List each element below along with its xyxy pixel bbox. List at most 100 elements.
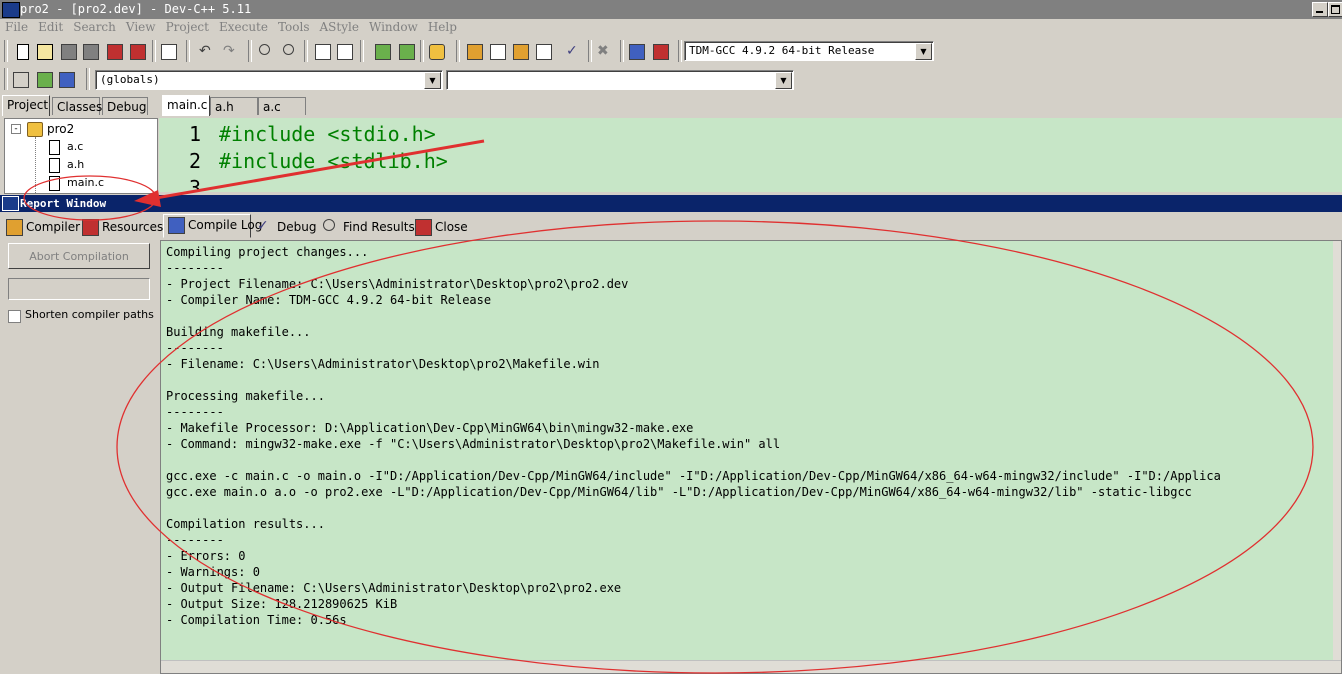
- menu-project[interactable]: Project: [161, 19, 214, 34]
- tab-close[interactable]: Close: [411, 217, 469, 237]
- vertical-scrollbar[interactable]: [1333, 241, 1341, 661]
- open-file-button[interactable]: [34, 41, 54, 61]
- undo-button[interactable]: ↶: [196, 41, 216, 61]
- log-line: --------: [166, 341, 224, 355]
- find-button[interactable]: [256, 41, 276, 61]
- log-line: --------: [166, 261, 224, 275]
- run-button[interactable]: [487, 41, 507, 61]
- compile-log-icon: [168, 217, 185, 234]
- tab-a-h[interactable]: a.h: [210, 97, 258, 115]
- menu-view[interactable]: View: [121, 19, 161, 34]
- title-bar: pro2 - [pro2.dev] - Dev-C++ 5.11: [0, 0, 1342, 19]
- replace-button[interactable]: [280, 41, 300, 61]
- bookmark-button[interactable]: [56, 69, 76, 89]
- code-editor[interactable]: 1 2 3 #include <stdio.h> #include <stdli…: [159, 118, 1342, 192]
- menu-window[interactable]: Window: [364, 19, 423, 34]
- close-all-button[interactable]: [127, 41, 147, 61]
- stop-execution-button[interactable]: ✖: [594, 41, 614, 61]
- devcpp-app-icon: [2, 2, 20, 18]
- menu-tools[interactable]: Tools: [273, 19, 315, 34]
- abort-compilation-button[interactable]: Abort Compilation: [8, 243, 150, 269]
- chevron-down-icon[interactable]: ▼: [424, 72, 441, 89]
- tab-a-c[interactable]: a.c: [258, 97, 306, 115]
- tree-file-main-c[interactable]: main.c: [67, 176, 104, 189]
- tree-root-pro2[interactable]: pro2: [47, 122, 74, 136]
- line-gutter: 1 2 3: [159, 118, 215, 192]
- compiler-select[interactable]: TDM-GCC 4.9.2 64-bit Release ▼: [684, 41, 934, 61]
- log-line: --------: [166, 405, 224, 419]
- log-line: - Project Filename: C:\Users\Administrat…: [166, 277, 629, 291]
- save-all-button[interactable]: [80, 41, 100, 61]
- tab-resources[interactable]: Resources: [78, 217, 163, 237]
- new-file-button[interactable]: [12, 41, 32, 61]
- menu-execute[interactable]: Execute: [214, 19, 273, 34]
- menu-help[interactable]: Help: [423, 19, 462, 34]
- compile-log[interactable]: Compiling project changes... -------- - Pr…: [160, 240, 1342, 674]
- project-icon: [27, 122, 43, 137]
- save-button[interactable]: [58, 41, 78, 61]
- menu-file[interactable]: File: [0, 19, 33, 34]
- log-line: Building makefile...: [166, 325, 311, 339]
- tab-classes[interactable]: Classes: [52, 97, 102, 115]
- tree-file-a-h[interactable]: a.h: [67, 158, 84, 171]
- line-number: 2: [188, 149, 201, 173]
- horizontal-scrollbar[interactable]: [161, 660, 1341, 673]
- compile-run-button[interactable]: [510, 41, 530, 61]
- log-line: - Warnings: 0: [166, 565, 260, 579]
- log-line: - Compiler Name: TDM-GCC 4.9.2 64-bit Re…: [166, 293, 492, 307]
- delete-profile-button[interactable]: [650, 41, 670, 61]
- compile-progress-bar: [8, 278, 150, 300]
- tab-main-c[interactable]: main.c: [162, 95, 210, 116]
- devcpp-app-icon: [2, 196, 19, 211]
- project-options-button[interactable]: [426, 41, 446, 61]
- new-project-button[interactable]: [372, 41, 392, 61]
- menu-search[interactable]: Search: [68, 19, 121, 34]
- unindent-button[interactable]: [334, 41, 354, 61]
- print-button[interactable]: [158, 41, 178, 61]
- class-toolbar: (globals) ▼ ▼: [0, 65, 1342, 93]
- compiler-icon: [6, 219, 23, 236]
- tab-project[interactable]: Project: [2, 95, 50, 116]
- menu-edit[interactable]: Edit: [33, 19, 68, 34]
- syntax-check-button[interactable]: ✓: [563, 41, 583, 61]
- compile-controls: Abort Compilation Shorten compiler paths: [0, 238, 160, 674]
- scope-select[interactable]: (globals) ▼: [95, 70, 443, 90]
- goto-button[interactable]: [34, 69, 54, 89]
- menu-bar: File Edit Search View Project Execute Tools ASt…: [0, 19, 1342, 37]
- code-line[interactable]: #include <stdlib.h>: [219, 149, 448, 173]
- main-toolbar: ↶ ↷ ✓ ✖ TDM-GCC 4.9.2 64-bit Release ▼: [0, 37, 1342, 65]
- tab-debug[interactable]: Debug: [102, 97, 148, 115]
- insert-button[interactable]: [10, 69, 30, 89]
- minimize-button[interactable]: [1312, 2, 1328, 17]
- chevron-down-icon[interactable]: ▼: [915, 43, 932, 60]
- tab-debug-report[interactable]: ✓ Debug: [253, 217, 317, 237]
- shorten-paths-checkbox[interactable]: [8, 310, 21, 323]
- debug-check-icon: ✓: [257, 218, 269, 234]
- tab-compile-log[interactable]: Compile Log: [163, 214, 262, 238]
- log-line: gcc.exe main.o a.o -o pro2.exe -L"D:/App…: [166, 485, 1192, 499]
- window-title: pro2 - [pro2.dev] - Dev-C++ 5.11: [20, 2, 252, 16]
- resources-icon: [82, 219, 99, 236]
- code-line[interactable]: #include <stdio.h>: [219, 122, 436, 146]
- profile-button[interactable]: [626, 41, 646, 61]
- redo-button[interactable]: ↷: [220, 41, 240, 61]
- rebuild-all-button[interactable]: [533, 41, 553, 61]
- project-tree: - pro2 a.c a.h main.c: [4, 118, 158, 194]
- compile-button[interactable]: [464, 41, 484, 61]
- close-file-button[interactable]: [104, 41, 124, 61]
- tree-file-a-c[interactable]: a.c: [67, 140, 83, 153]
- tab-find-results[interactable]: Find Results: [319, 217, 415, 237]
- line-number: 1: [188, 122, 201, 146]
- log-line: - Output Filename: C:\Users\Administrato…: [166, 581, 622, 595]
- report-tabs: Compiler Resources Compile Log ✓ Debug Fi…: [0, 214, 1342, 238]
- add-to-project-button[interactable]: [396, 41, 416, 61]
- maximize-button[interactable]: [1328, 2, 1342, 17]
- indent-button[interactable]: [312, 41, 332, 61]
- chevron-down-icon[interactable]: ▼: [775, 72, 792, 89]
- collapse-icon[interactable]: -: [11, 124, 21, 134]
- close-icon: [415, 219, 432, 236]
- menu-astyle[interactable]: AStyle: [315, 19, 364, 34]
- member-select[interactable]: ▼: [446, 70, 794, 90]
- tab-compiler[interactable]: Compiler: [2, 217, 80, 237]
- editor-tabs: main.c a.h a.c: [160, 95, 320, 117]
